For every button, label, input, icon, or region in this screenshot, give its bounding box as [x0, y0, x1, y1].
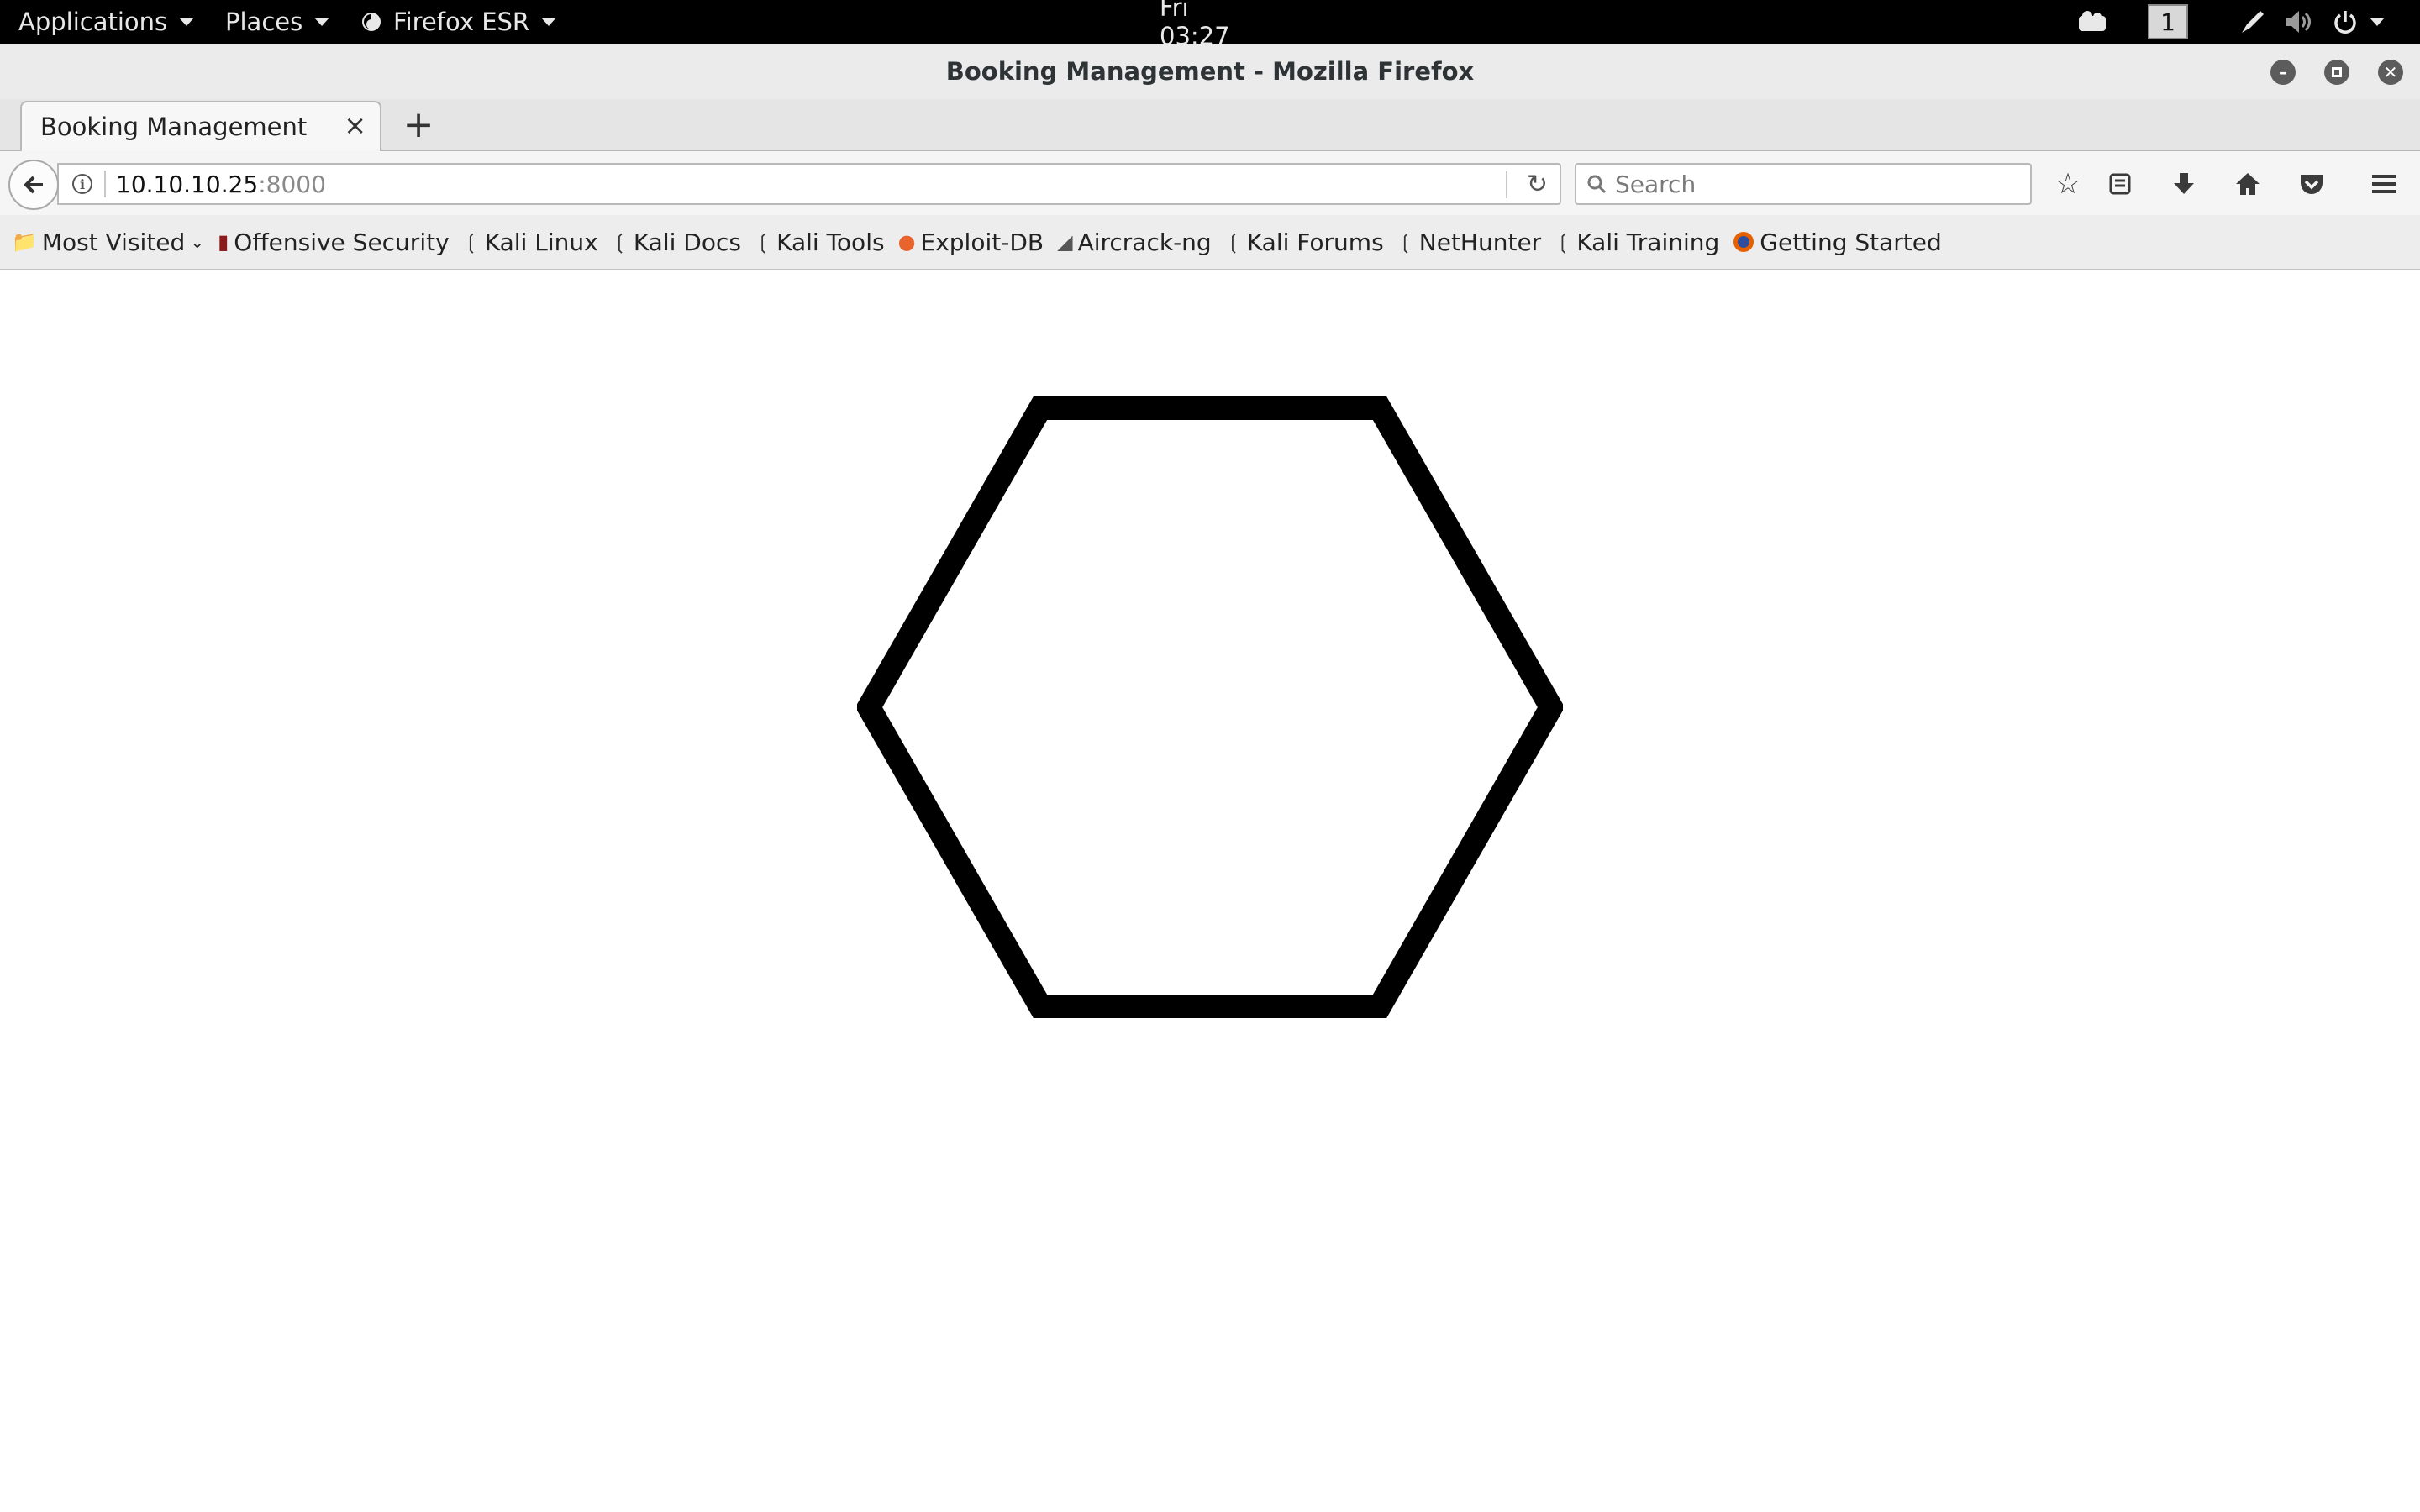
back-button[interactable] — [8, 160, 59, 210]
bookmark-kali-docs[interactable]: ❲ Kali Docs — [612, 228, 741, 256]
applications-label: Applications — [18, 8, 168, 36]
tab-label: Booking Management — [40, 113, 308, 141]
site-info-icon[interactable]: i — [72, 174, 92, 194]
kali-dragon-icon: ❲ — [611, 230, 629, 254]
reading-list-icon[interactable] — [2099, 165, 2141, 203]
bookmark-kali-tools[interactable]: ❲ Kali Tools — [755, 228, 885, 256]
maximize-icon — [2332, 67, 2342, 77]
hexagon-outline — [857, 396, 1563, 1018]
kali-dragon-icon: ❲ — [1555, 230, 1572, 254]
bookmark-most-visited[interactable]: 📁 Most Visited ⌄ — [12, 228, 204, 256]
firefox-icon — [1733, 232, 1754, 252]
pocket-icon[interactable] — [2291, 165, 2333, 203]
bookmark-label: Kali Tools — [776, 228, 885, 256]
firefox-app-menu[interactable]: Firefox ESR — [361, 0, 557, 44]
bookmark-offensive-security[interactable]: ▮ Offensive Security — [218, 228, 450, 256]
close-icon: ✕ — [2383, 62, 2398, 82]
kali-dragon-icon: ❲ — [1397, 230, 1414, 254]
bookmark-label: Aircrack-ng — [1077, 228, 1212, 256]
chevron-down-icon — [2370, 18, 2385, 26]
bookmark-label: Exploit-DB — [920, 228, 1044, 256]
power-menu[interactable] — [2333, 0, 2385, 44]
window-title: Booking Management - Mozilla Firefox — [945, 57, 1475, 86]
bookmark-label: Kali Linux — [484, 228, 598, 256]
clock[interactable]: Fri 03:27 — [1160, 0, 1260, 50]
people-icon[interactable] — [2077, 0, 2107, 44]
places-menu[interactable]: Places — [225, 0, 330, 44]
kali-dragon-icon: ❲ — [1224, 230, 1242, 254]
chevron-down-icon: ⌄ — [190, 232, 205, 252]
chevron-down-icon — [314, 18, 330, 26]
bookmark-kali-forums[interactable]: ❲ Kali Forums — [1225, 228, 1384, 256]
bookmark-exploit-db[interactable]: ● Exploit-DB — [898, 228, 1044, 256]
hamburger-menu-icon[interactable] — [2363, 165, 2405, 203]
navigation-toolbar: i 10.10.10.25:8000 ↻ Search ☆ — [0, 151, 2420, 215]
kali-dragon-icon: ❲ — [462, 230, 480, 254]
workspace-indicator[interactable]: 1 — [2148, 0, 2188, 44]
applications-menu[interactable]: Applications — [18, 0, 195, 44]
bookmark-label: NetHunter — [1418, 228, 1542, 256]
gnome-top-bar: Applications Places Firefox ESR Fri 03:2… — [0, 0, 2420, 50]
bookmarks-toolbar: 📁 Most Visited ⌄ ▮ Offensive Security ❲ … — [0, 215, 2420, 270]
kali-dragon-icon: ❲ — [754, 230, 772, 254]
minimize-button[interactable]: – — [2270, 60, 2296, 85]
new-tab-button[interactable]: + — [395, 101, 442, 148]
exploitdb-icon: ● — [897, 230, 916, 254]
bookmark-label: Getting Started — [1760, 228, 1942, 256]
bookmark-nethunter[interactable]: ❲ NetHunter — [1397, 228, 1542, 256]
places-label: Places — [225, 8, 303, 36]
chevron-down-icon — [541, 18, 557, 26]
tab-strip: Booking Management × + — [0, 99, 2420, 151]
folder-icon: 📁 — [12, 230, 37, 254]
search-placeholder: Search — [1615, 170, 1697, 198]
bookmark-star-icon[interactable]: ☆ — [2047, 165, 2089, 203]
home-icon[interactable] — [2227, 165, 2269, 203]
download-icon[interactable] — [2163, 165, 2205, 203]
power-icon — [2334, 11, 2356, 34]
chevron-down-icon — [179, 18, 195, 26]
url-port: :8000 — [258, 170, 326, 198]
bookmark-label: Kali Training — [1576, 228, 1720, 256]
bookmark-label: Offensive Security — [234, 228, 450, 256]
url-host: 10.10.10.25 — [116, 170, 259, 198]
firefox-icon — [362, 13, 381, 31]
window-title-bar: Booking Management - Mozilla Firefox — [0, 44, 2420, 99]
url-bar[interactable]: i 10.10.10.25:8000 ↻ — [57, 163, 1561, 205]
reload-separator — [1506, 171, 1507, 198]
close-window-button[interactable]: ✕ — [2378, 60, 2403, 85]
bookmark-kali-linux[interactable]: ❲ Kali Linux — [463, 228, 598, 256]
close-tab-icon[interactable]: × — [344, 109, 366, 141]
bookmark-label: Most Visited — [41, 228, 186, 256]
offsec-icon: ▮ — [218, 230, 229, 254]
hexagon-icon — [857, 396, 1563, 1018]
url-separator — [104, 171, 106, 197]
plus-icon: + — [402, 102, 434, 146]
workspace-number: 1 — [2148, 4, 2188, 39]
maximize-button[interactable] — [2324, 60, 2349, 85]
minimize-icon: – — [2279, 62, 2287, 82]
tab-booking-management[interactable]: Booking Management × — [20, 101, 381, 151]
back-arrow-icon — [24, 176, 43, 194]
aircrack-icon: ◢ — [1057, 230, 1073, 254]
pen-icon[interactable] — [2238, 0, 2267, 44]
search-bar[interactable]: Search — [1575, 163, 2032, 205]
bookmark-kali-training[interactable]: ❲ Kali Training — [1555, 228, 1719, 256]
bookmark-label: Kali Forums — [1246, 228, 1384, 256]
bookmark-label: Kali Docs — [633, 228, 741, 256]
page-content — [0, 270, 2420, 1512]
bookmark-aircrack-ng[interactable]: ◢ Aircrack-ng — [1057, 228, 1212, 256]
search-icon — [1587, 175, 1607, 194]
bookmark-getting-started[interactable]: Getting Started — [1733, 228, 1942, 256]
volume-icon[interactable] — [2284, 0, 2314, 44]
reload-icon[interactable]: ↻ — [1527, 170, 1548, 199]
firefox-app-label: Firefox ESR — [393, 8, 530, 36]
